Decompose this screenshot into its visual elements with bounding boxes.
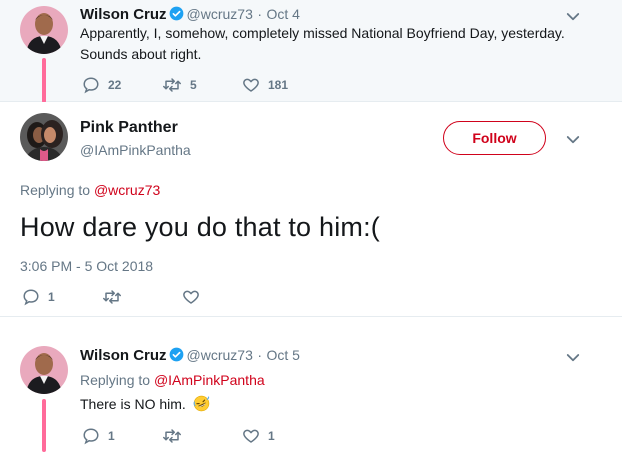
reply-button[interactable]: 1 — [22, 288, 102, 306]
tweet-text-line: There is NO him. — [80, 396, 186, 412]
tweet-timestamp[interactable]: 3:06 PM - 5 Oct 2018 — [20, 258, 153, 274]
tweet-text-line: Sounds about right. — [80, 46, 202, 62]
avatar-wilson-image — [20, 346, 68, 394]
tweet-date[interactable]: Oct 5 — [266, 347, 299, 363]
tweet-actions: 22 5 181 — [82, 76, 288, 94]
like-button[interactable]: 181 — [242, 76, 288, 94]
tweet-actions: 1 1 — [82, 427, 275, 445]
like-count: 1 — [268, 429, 275, 443]
replying-to-link[interactable]: @wcruz73 — [94, 182, 160, 198]
tweet-text: How dare you do that to him:( — [20, 212, 380, 242]
verified-badge-icon — [169, 347, 183, 362]
reply-count: 1 — [108, 429, 115, 443]
replying-to: Replying to @wcruz73 — [20, 182, 160, 198]
retweet-icon — [163, 78, 181, 92]
tweet-pink-panther[interactable]: Pink Panther @IAmPinkPantha Follow Reply… — [0, 102, 622, 316]
tweet-wilson-cruz-1[interactable]: Wilson Cruz @wcruz73 · Oct 4 Apparently, … — [0, 0, 622, 103]
like-button[interactable] — [182, 288, 208, 306]
tweet-text: There is NO him. — [80, 394, 210, 415]
chevron-down-icon[interactable] — [564, 349, 582, 367]
tweet-text: Apparently, I, somehow, completely misse… — [80, 23, 565, 65]
reply-button[interactable]: 22 — [82, 76, 162, 94]
tweet-header: Wilson Cruz @wcruz73 · Oct 5 — [80, 347, 300, 365]
tweet-wilson-cruz-2[interactable]: Wilson Cruz @wcruz73 · Oct 5 Replying to … — [0, 316, 622, 452]
chevron-down-icon[interactable] — [564, 131, 582, 149]
reply-icon — [83, 77, 99, 94]
heart-icon — [243, 429, 259, 443]
avatar[interactable] — [20, 113, 68, 161]
author-name[interactable]: Pink Panther — [80, 119, 178, 136]
replying-prefix: Replying to — [80, 372, 154, 388]
tweet-actions: 1 — [22, 288, 208, 306]
retweet-icon — [163, 429, 181, 443]
tweet-header: Pink Panther — [80, 119, 178, 137]
verified-badge-icon — [169, 6, 183, 21]
thread-line — [42, 58, 46, 103]
replying-to: Replying to @IAmPinkPantha — [80, 372, 265, 388]
retweet-icon — [103, 290, 121, 304]
chevron-down-icon[interactable] — [564, 8, 582, 26]
separator-dot: · — [257, 347, 262, 363]
heart-icon — [183, 290, 199, 304]
avatar[interactable] — [20, 6, 68, 54]
like-button[interactable]: 1 — [242, 427, 275, 445]
author-handle[interactable]: @wcruz73 — [187, 347, 253, 363]
tweet-date[interactable]: Oct 4 — [266, 6, 299, 22]
retweet-button[interactable] — [102, 288, 182, 306]
reply-button[interactable]: 1 — [82, 427, 162, 445]
author-handle[interactable]: @IAmPinkPantha — [80, 142, 191, 158]
replying-prefix: Replying to — [20, 182, 94, 198]
reply-icon — [23, 289, 39, 306]
heart-icon — [243, 78, 259, 92]
avatar[interactable] — [20, 346, 68, 394]
author-name[interactable]: Wilson Cruz — [80, 6, 167, 23]
avatar-pink-panther-image — [20, 113, 68, 161]
retweet-button[interactable] — [162, 427, 242, 445]
separator-dot: · — [257, 6, 262, 22]
replying-to-link[interactable]: @IAmPinkPantha — [154, 372, 265, 388]
avatar-wilson-image — [20, 6, 68, 54]
retweet-count: 5 — [190, 78, 197, 92]
tweet-handle-row: @IAmPinkPantha — [80, 142, 191, 160]
author-name[interactable]: Wilson Cruz — [80, 347, 167, 364]
reply-count: 22 — [108, 78, 122, 92]
tweet-text-line: Apparently, I, somehow, completely misse… — [80, 25, 565, 41]
tweet-header: Wilson Cruz @wcruz73 · Oct 4 — [80, 6, 300, 24]
retweet-button[interactable]: 5 — [162, 76, 242, 94]
rolling-on-floor-laughing-emoji-icon — [193, 395, 209, 412]
author-handle[interactable]: @wcruz73 — [187, 6, 253, 22]
thread-line — [42, 399, 46, 452]
like-count: 181 — [268, 78, 289, 92]
follow-button[interactable]: Follow — [443, 121, 546, 155]
reply-count: 1 — [48, 290, 55, 304]
reply-icon — [83, 428, 99, 445]
